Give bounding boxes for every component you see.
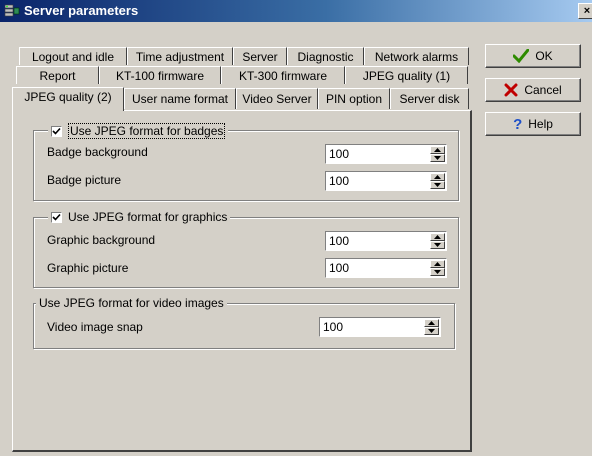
help-button-label: Help <box>528 117 553 131</box>
cancel-button-label: Cancel <box>524 83 562 97</box>
server-icon <box>4 3 20 22</box>
spin-down-icon[interactable] <box>430 268 445 276</box>
graphic-picture-spinner[interactable]: 100 <box>325 258 447 278</box>
spin-up-icon[interactable] <box>430 146 445 154</box>
graphic-background-value[interactable]: 100 <box>329 234 349 248</box>
tab-server-disk[interactable]: Server disk <box>390 88 469 109</box>
title-bar: Server parameters × <box>0 0 592 22</box>
spin-up-icon[interactable] <box>430 233 445 241</box>
spin-down-icon[interactable] <box>430 241 445 249</box>
spin-up-icon[interactable] <box>430 173 445 181</box>
spin-down-icon[interactable] <box>430 181 445 189</box>
tab-report[interactable]: Report <box>16 66 99 84</box>
badge-picture-spinner[interactable]: 100 <box>325 171 447 191</box>
video-group-title: Use JPEG format for video images <box>36 296 227 310</box>
graphics-checkbox-label: Use JPEG format for graphics <box>68 210 228 224</box>
x-icon <box>504 83 518 97</box>
video-image-snap-spinner[interactable]: 100 <box>319 317 441 337</box>
graphic-background-spinner[interactable]: 100 <box>325 231 447 251</box>
graphics-checkbox[interactable] <box>51 211 62 223</box>
tab-time-adjustment[interactable]: Time adjustment <box>127 47 233 65</box>
tab-kt300-firmware[interactable]: KT-300 firmware <box>221 66 345 84</box>
graphic-picture-label: Graphic picture <box>47 261 129 275</box>
close-button[interactable]: × <box>578 3 592 19</box>
tab-logout-and-idle[interactable]: Logout and idle <box>19 47 127 65</box>
tab-server[interactable]: Server <box>233 47 287 65</box>
tab-user-name-format[interactable]: User name format <box>124 88 236 109</box>
cancel-button[interactable]: Cancel <box>485 78 581 102</box>
tab-video-server[interactable]: Video Server <box>236 88 318 109</box>
badge-background-value[interactable]: 100 <box>329 147 349 161</box>
tab-network-alarms[interactable]: Network alarms <box>364 47 469 65</box>
question-icon: ? <box>513 115 523 133</box>
badges-checkbox-label: Use JPEG format for badges <box>68 123 226 139</box>
tab-pin-option[interactable]: PIN option <box>318 88 390 109</box>
badge-background-label: Badge background <box>47 145 148 159</box>
checkmark-icon <box>513 49 530 63</box>
window-title: Server parameters <box>24 3 139 18</box>
tab-kt100-firmware[interactable]: KT-100 firmware <box>99 66 221 84</box>
badge-background-spinner[interactable]: 100 <box>325 144 447 164</box>
tab-jpeg-quality-1[interactable]: JPEG quality (1) <box>345 66 468 84</box>
badge-picture-value[interactable]: 100 <box>329 174 349 188</box>
tab-jpeg-quality-2[interactable]: JPEG quality (2) <box>12 87 124 111</box>
badge-picture-label: Badge picture <box>47 173 122 187</box>
tab-diagnostic[interactable]: Diagnostic <box>287 47 364 65</box>
video-group-label: Use JPEG format for video images <box>39 296 224 310</box>
graphic-picture-value[interactable]: 100 <box>329 261 349 275</box>
spin-down-icon[interactable] <box>430 154 445 162</box>
badges-checkbox-row[interactable]: Use JPEG format for badges <box>48 123 229 139</box>
ok-button[interactable]: OK <box>485 44 581 68</box>
graphics-checkbox-row[interactable]: Use JPEG format for graphics <box>48 210 231 224</box>
help-button[interactable]: ? Help <box>485 112 581 136</box>
video-image-snap-label: Video image snap <box>47 320 143 334</box>
graphic-background-label: Graphic background <box>47 233 156 247</box>
spin-up-icon[interactable] <box>430 260 445 268</box>
spin-up-icon[interactable] <box>424 319 439 327</box>
ok-button-label: OK <box>535 49 553 63</box>
tab-panel: Use JPEG format for badges Badge backgro… <box>12 110 472 452</box>
badges-checkbox[interactable] <box>51 125 62 137</box>
video-image-snap-value[interactable]: 100 <box>323 320 343 334</box>
spin-down-icon[interactable] <box>424 327 439 335</box>
